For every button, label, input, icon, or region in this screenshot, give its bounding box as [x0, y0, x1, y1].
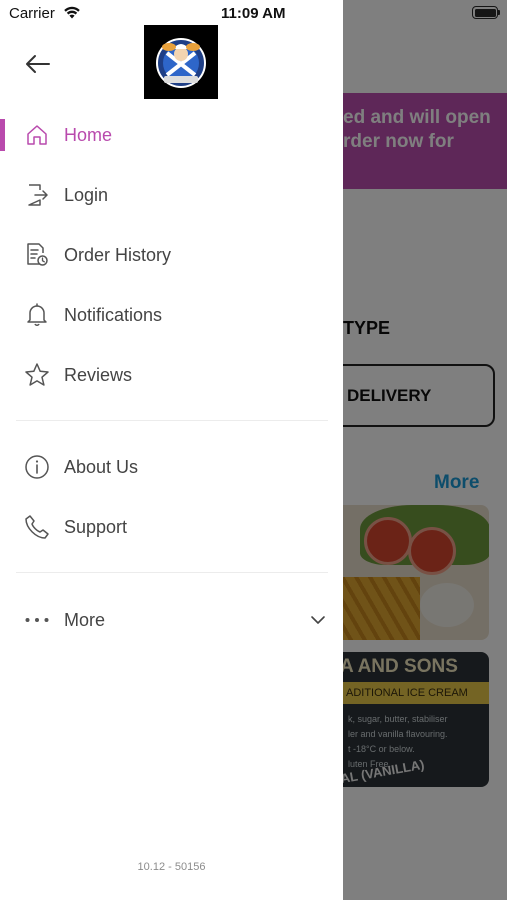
menu-item-login[interactable]: Login	[0, 169, 343, 221]
chevron-down-icon[interactable]	[307, 609, 329, 631]
active-indicator	[0, 119, 5, 151]
login-icon	[24, 182, 50, 208]
home-icon	[24, 122, 50, 148]
phone-icon	[24, 514, 50, 540]
menu-item-label: Home	[64, 124, 113, 145]
star-icon	[24, 362, 50, 388]
menu-item-notifications[interactable]: Notifications	[0, 289, 343, 341]
menu-divider	[16, 420, 328, 421]
navigation-drawer: Carrier 11:09 AM Home Login Order Histor…	[0, 0, 343, 900]
arrow-left-icon	[26, 55, 50, 73]
wifi-icon	[62, 5, 82, 25]
menu-item-home[interactable]: Home	[0, 109, 343, 161]
menu-item-label: Order History	[64, 244, 172, 265]
menu-item-reviews[interactable]: Reviews	[0, 349, 343, 401]
status-time: 11:09 AM	[221, 5, 286, 22]
menu-item-more[interactable]: More	[0, 594, 343, 646]
menu-divider	[16, 572, 328, 573]
menu-item-about-us[interactable]: About Us	[0, 441, 343, 493]
order-history-icon	[24, 242, 50, 268]
restaurant-logo	[144, 25, 218, 99]
menu-item-support[interactable]: Support	[0, 501, 343, 553]
menu-item-order-history[interactable]: Order History	[0, 229, 343, 281]
menu-item-label: About Us	[64, 456, 139, 477]
close-drawer-button[interactable]	[22, 48, 54, 80]
menu-item-label: Support	[64, 516, 128, 537]
menu-item-label: More	[64, 609, 106, 630]
bell-icon	[24, 302, 50, 328]
menu-item-label: Notifications	[64, 304, 163, 325]
more-dots-icon	[24, 607, 50, 633]
menu-item-label: Login	[64, 184, 109, 205]
status-carrier: Carrier	[9, 5, 55, 22]
app-version: 10.12 - 50156	[137, 861, 206, 873]
menu-item-label: Reviews	[64, 364, 133, 385]
info-icon	[24, 454, 50, 480]
